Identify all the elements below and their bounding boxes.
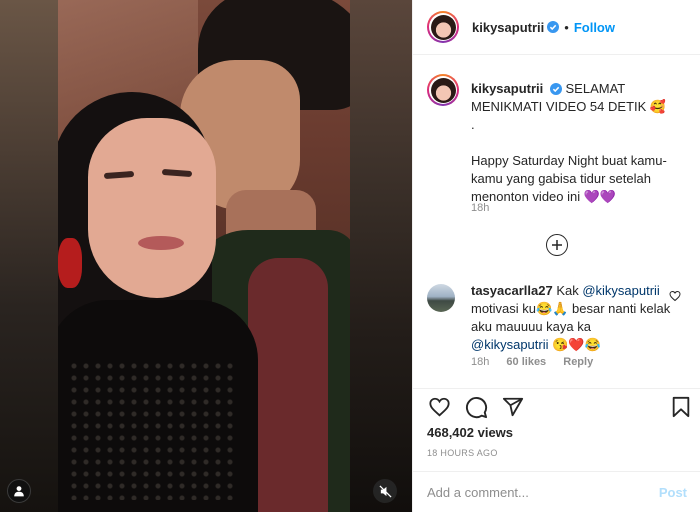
commenter-username[interactable]: tasyacarlla27 [471,283,553,298]
comment-icon [465,396,487,418]
share-button[interactable] [501,395,525,419]
heart-icon [428,397,450,417]
speaker-muted-icon [378,484,392,498]
like-button[interactable] [427,395,451,419]
comment-reply-button[interactable]: Reply [563,356,593,368]
comment-suffix: 😘❤️😂 [548,337,601,352]
post-timestamp[interactable]: 18 HOURS AGO [427,448,498,458]
comment-text: tasyacarlla27 Kak @kikysaputrii motivasi… [471,282,671,354]
comment-mention[interactable]: @kikysaputrii [471,337,549,352]
video-blur-right [350,0,412,512]
view-count[interactable]: 468,402 views [427,425,513,440]
author-avatar[interactable] [427,11,459,43]
caption-text: kikysaputrii SELAMAT MENIKMATI VIDEO 54 … [471,80,681,206]
post-comment-button[interactable]: Post [659,485,687,500]
comment-button[interactable] [464,395,488,419]
post-actions: 468,402 views 18 HOURS AGO [413,388,700,458]
comment-prefix: Kak [556,283,583,298]
share-icon [502,397,524,417]
caption-time[interactable]: 18h [471,202,489,214]
comment-mention[interactable]: @kikysaputrii [582,283,660,298]
comment-composer: Post [413,471,700,512]
commenter-avatar[interactable] [427,284,455,312]
verified-badge-icon [549,83,562,95]
bookmark-icon [672,396,690,418]
video-frame[interactable] [58,0,350,512]
comment-input[interactable] [427,484,659,500]
verified-badge-icon [547,21,560,33]
comment-meta: 18h 60 likes Reply [471,356,607,368]
save-button[interactable] [669,395,693,419]
person-icon [14,486,24,497]
comment-like-heart-icon[interactable] [669,290,681,302]
header-separator: • [564,19,569,35]
post-side-panel: kikysaputrii • Follow kikysaputrii SELAM… [412,0,700,512]
post-header: kikysaputrii • Follow [413,0,700,55]
tagged-people-button[interactable] [7,479,31,503]
caption-avatar[interactable] [427,74,459,106]
comment-likes[interactable]: 60 likes [506,356,546,368]
plus-circle-icon [552,240,562,250]
load-more-comments-button[interactable] [546,234,568,256]
mute-toggle-button[interactable] [373,479,397,503]
comment-time[interactable]: 18h [471,356,489,368]
caption-line-3: Happy Saturday Night buat kamu-kamu yang… [471,153,667,204]
author-username[interactable]: kikysaputrii [472,20,544,35]
video-blur-left [0,0,58,512]
follow-button[interactable]: Follow [574,20,615,35]
caption-line-2: . [471,117,475,132]
comments-list[interactable]: kikysaputrii SELAMAT MENIKMATI VIDEO 54 … [413,56,700,387]
post-media[interactable] [0,0,412,512]
comment-body: motivasi ku😂🙏 besar nanti kelak aku mauu… [471,301,671,334]
caption-username[interactable]: kikysaputrii [471,81,543,96]
